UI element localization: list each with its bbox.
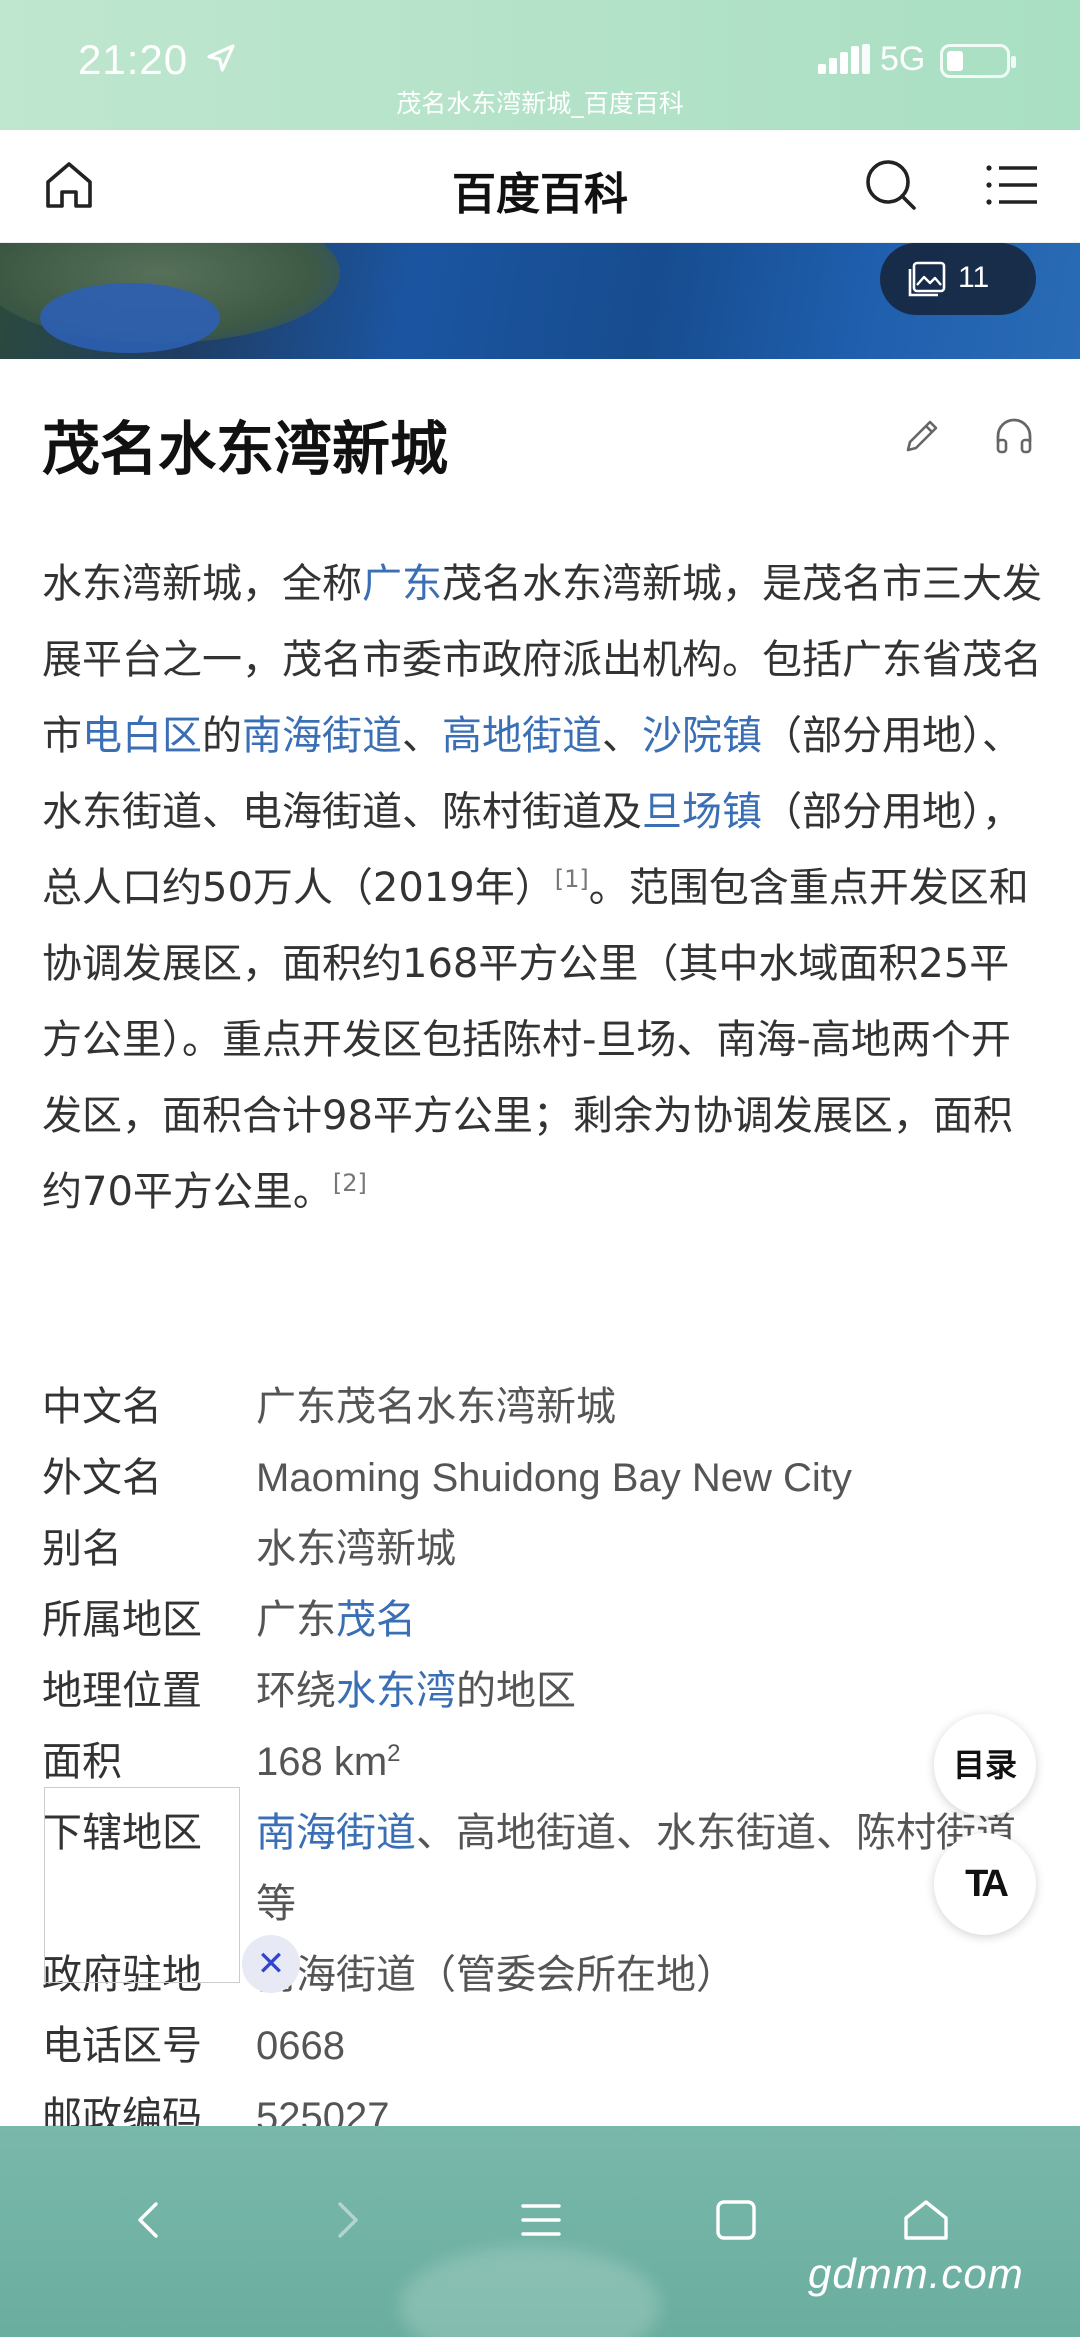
info-label: 中文名 <box>42 1384 162 1430</box>
info-row-area-code: 电话区号 0668 <box>42 2011 1042 2082</box>
info-label: 地理位置 <box>42 1668 202 1714</box>
info-value: 168 km2 <box>256 1727 1042 1798</box>
area-unit-exponent: 2 <box>387 1740 401 1767</box>
headphones-icon[interactable] <box>992 414 1036 458</box>
info-value: 南海街道、高地街道、水东街道、陈村街道等 <box>256 1798 1042 1940</box>
summary-text: 。范围包含重点开发区和协调发展区，面积约168平方公里（其中水域面积25平方公里… <box>42 865 1029 1215</box>
page-url-title: 茂名水东湾新城_百度百科 <box>396 89 684 118</box>
info-label: 电话区号 <box>42 2023 202 2069</box>
region-city-link[interactable]: 茂名 <box>336 1598 416 1642</box>
info-box: 中文名 广东茂名水东湾新城 外文名 Maoming Shuidong Bay N… <box>42 1372 1042 2153</box>
search-icon[interactable] <box>862 156 920 214</box>
summary-text: 、 <box>602 713 642 759</box>
home-icon[interactable] <box>896 2190 956 2250</box>
cellular-signal-icon <box>818 44 870 74</box>
location-link[interactable]: 水东湾 <box>336 1669 456 1713</box>
top-navigation: 百度百科 <box>0 130 1080 243</box>
photo-count: 11 <box>958 261 990 294</box>
location-suffix: 的地区 <box>456 1669 576 1713</box>
info-row-region: 所属地区 广东茂名 <box>42 1585 1042 1656</box>
summary-link[interactable]: 沙院镇 <box>642 713 762 759</box>
watermark: gdmm.com <box>808 2250 1024 2297</box>
article-title: 茂名水东湾新城 <box>42 415 449 483</box>
area-value: 168 km <box>256 1740 388 1784</box>
region-province: 广东 <box>256 1598 336 1642</box>
info-label: 外文名 <box>42 1455 162 1501</box>
info-value: 广东茂名水东湾新城 <box>256 1385 616 1429</box>
font-size-button[interactable]: TA <box>934 1833 1036 1935</box>
back-icon[interactable] <box>120 2190 180 2250</box>
info-row-foreign-name: 外文名 Maoming Shuidong Bay New City <box>42 1443 1042 1514</box>
image-gallery-icon <box>908 261 946 297</box>
summary-link[interactable]: 南海街道 <box>242 713 402 759</box>
tabs-icon[interactable] <box>706 2190 766 2250</box>
info-value: Maoming Shuidong Bay New City <box>256 1456 852 1500</box>
location-prefix: 环绕 <box>256 1669 336 1713</box>
battery-icon <box>940 44 1016 78</box>
network-type: 5G <box>880 40 926 78</box>
forward-icon[interactable] <box>316 2190 376 2250</box>
selection-box <box>44 1787 240 1983</box>
menu-list-icon[interactable] <box>983 156 1041 214</box>
info-value: 环绕水东湾的地区 <box>256 1656 1042 1727</box>
table-of-contents-button[interactable]: 目录 <box>934 1714 1036 1816</box>
info-label: 所属地区 <box>42 1597 202 1643</box>
summary-text: 的 <box>202 713 242 759</box>
status-time: 21:20 <box>78 36 189 83</box>
citation-ref[interactable]: [1] <box>555 865 589 893</box>
info-label: 别名 <box>42 1526 122 1572</box>
citation-ref[interactable]: [2] <box>333 1169 367 1197</box>
summary-text: 水东湾新城，全称 <box>42 561 362 607</box>
menu-icon[interactable] <box>511 2190 571 2250</box>
info-row-location: 地理位置 环绕水东湾的地区 <box>42 1656 1042 1727</box>
info-row-chinese-name: 中文名 广东茂名水东湾新城 <box>42 1372 1042 1443</box>
subdivision-link[interactable]: 南海街道 <box>256 1811 416 1855</box>
location-arrow-icon <box>207 44 235 72</box>
info-row-alias: 别名 水东湾新城 <box>42 1514 1042 1585</box>
summary-link[interactable]: 广东 <box>362 561 442 607</box>
summary-link[interactable]: 电白区 <box>82 713 202 759</box>
info-value: 水东湾新城 <box>256 1527 456 1571</box>
browser-toolbar <box>0 2126 1080 2337</box>
info-value: 0668 <box>256 2024 345 2068</box>
info-value: 南海街道（管委会所在地） <box>256 1953 736 1997</box>
summary-link[interactable]: 旦场镇 <box>642 789 762 835</box>
photo-album-button[interactable]: 11 <box>880 243 1036 315</box>
article-summary: 水东湾新城，全称广东茂名水东湾新城，是茂名市三大发展平台之一，茂名市委市政府派出… <box>42 546 1042 1230</box>
summary-text: 、 <box>402 713 442 759</box>
edit-pencil-icon[interactable] <box>900 414 944 458</box>
summary-link[interactable]: 高地街道 <box>442 713 602 759</box>
status-bar: 21:20 5G 茂名水东湾新城_百度百科 <box>0 0 1080 130</box>
info-value: 广东茂名 <box>256 1585 1042 1656</box>
close-icon[interactable]: ✕ <box>242 1935 300 1993</box>
